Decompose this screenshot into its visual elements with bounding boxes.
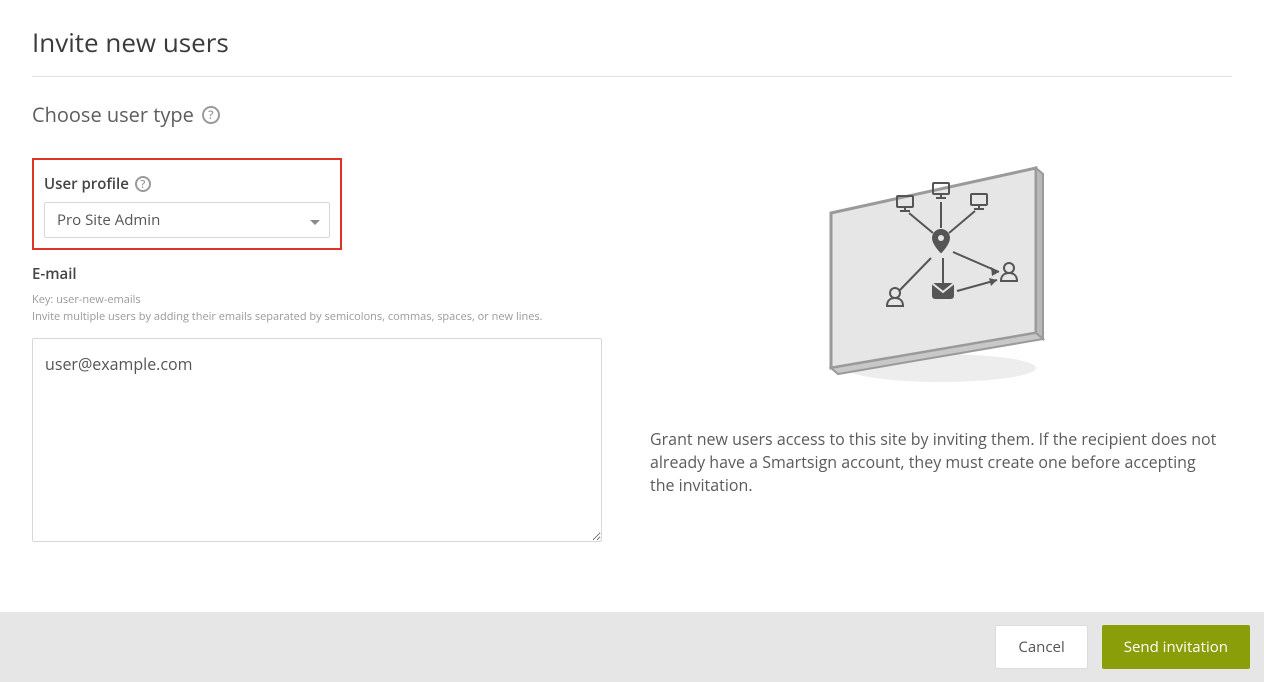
- user-profile-selected: Pro Site Admin: [57, 210, 160, 230]
- footer-bar: Cancel Send invitation: [0, 612, 1264, 682]
- user-profile-select[interactable]: Pro Site Admin: [44, 202, 330, 238]
- email-textarea[interactable]: [32, 338, 602, 542]
- page-title: Invite new users: [32, 24, 1232, 60]
- send-invitation-button[interactable]: Send invitation: [1102, 625, 1250, 669]
- email-label: E-mail: [32, 264, 77, 284]
- section-title: Choose user type: [32, 101, 194, 128]
- cancel-button[interactable]: Cancel: [995, 625, 1087, 669]
- info-paragraph: Grant new users access to this site by i…: [650, 428, 1222, 498]
- help-icon[interactable]: ?: [135, 176, 151, 192]
- user-profile-label: User profile: [44, 174, 129, 194]
- invite-illustration: [650, 158, 1222, 398]
- divider: [32, 76, 1232, 77]
- email-key-hint: Key: user-new-emails: [32, 292, 602, 307]
- user-profile-highlight: User profile ? Pro Site Admin: [32, 158, 342, 250]
- help-icon[interactable]: ?: [202, 106, 220, 124]
- email-multi-hint: Invite multiple users by adding their em…: [32, 309, 602, 324]
